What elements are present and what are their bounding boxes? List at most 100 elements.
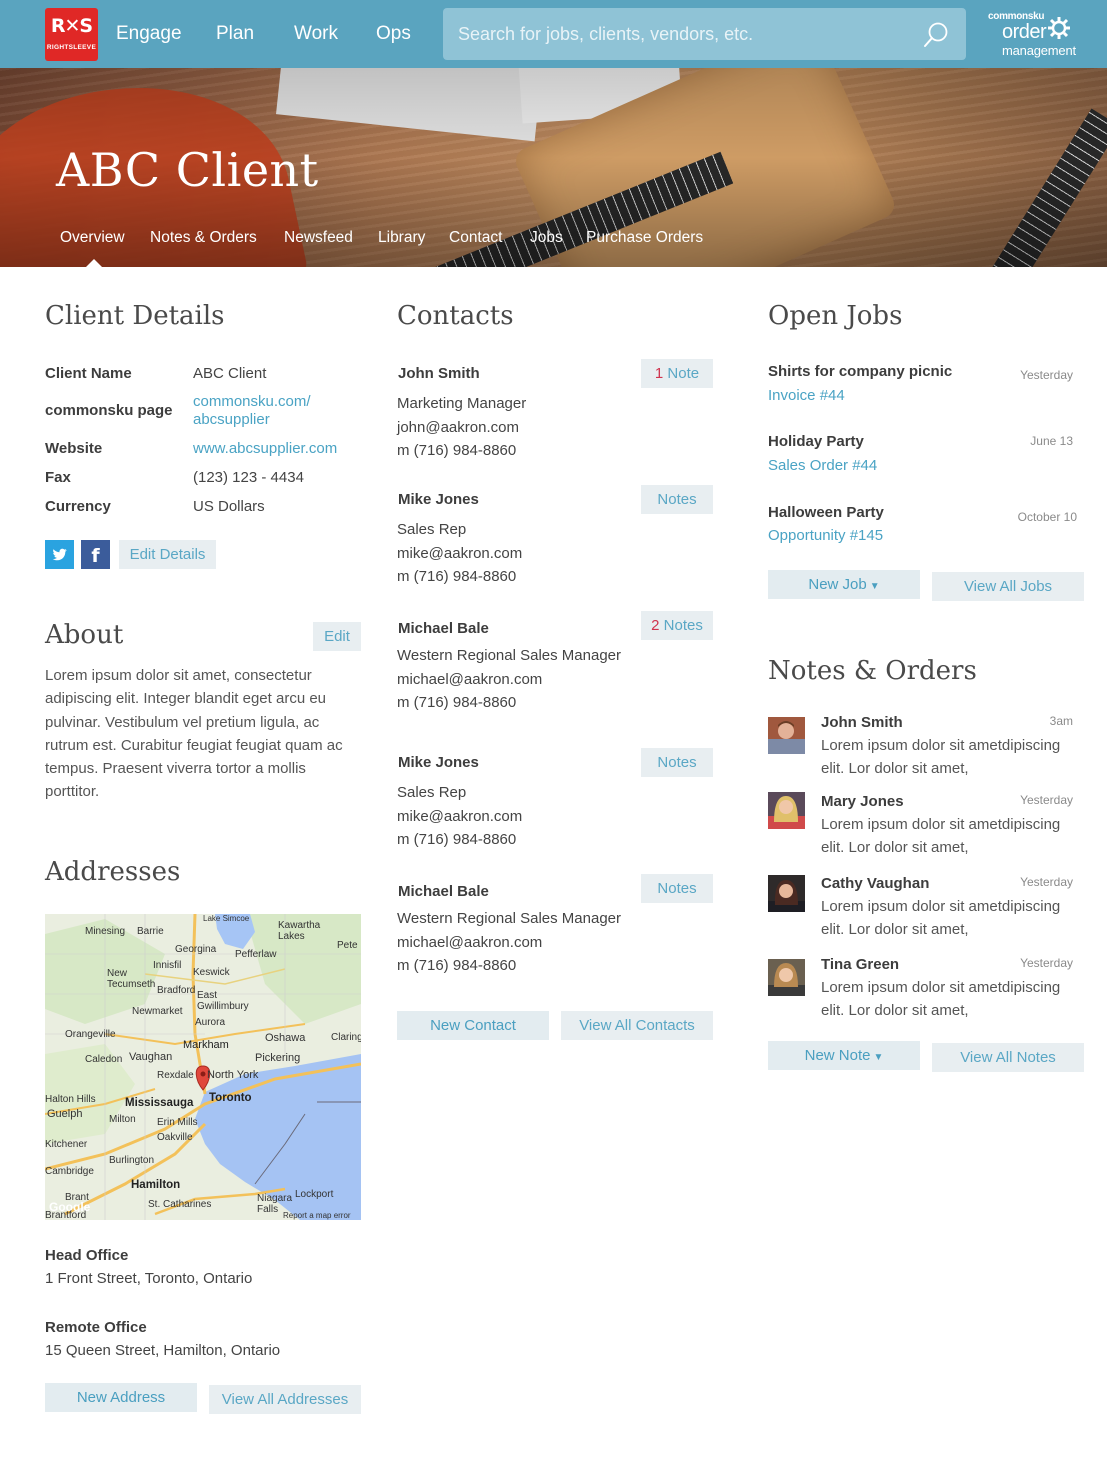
nav-plan[interactable]: Plan (216, 22, 254, 46)
note-line: Lorem ipsum dolor sit ametdipiscing (821, 979, 1061, 996)
addresses-heading: Addresses (45, 857, 181, 887)
tab-library[interactable]: Library (378, 229, 425, 247)
twitter-icon (52, 548, 67, 561)
contact-notes-button[interactable]: Notes (641, 748, 713, 777)
map-label: Caledon (85, 1054, 123, 1065)
avatar[interactable] (768, 875, 805, 912)
avatar[interactable] (768, 959, 805, 996)
job-link[interactable]: Opportunity #145 (768, 527, 883, 544)
new-note-button[interactable]: New Note ▼ (768, 1041, 920, 1070)
map-label: Markham (183, 1039, 229, 1051)
contact-title: Western Regional Sales Manager (397, 910, 622, 927)
rightsleeve-logo[interactable]: R✕S RIGHTSLEEVE (45, 8, 98, 61)
new-address-button[interactable]: New Address (45, 1383, 197, 1412)
search-icon[interactable] (922, 21, 950, 49)
about-line: porttitor. (45, 783, 100, 801)
tab-notes-orders[interactable]: Notes & Orders (150, 229, 257, 247)
search-input[interactable] (443, 8, 913, 60)
contact-name[interactable]: John Smith (398, 365, 480, 382)
about-line: rutrum est. Curabitur feugiat feugiat qu… (45, 736, 343, 754)
nav-ops[interactable]: Ops (376, 22, 411, 46)
contact-email[interactable]: michael@aakron.com (397, 934, 542, 951)
address-line: 15 Queen Street, Hamilton, Ontario (45, 1342, 281, 1359)
note-author[interactable]: Mary Jones (821, 793, 904, 810)
contact-email[interactable]: mike@aakron.com (397, 808, 522, 825)
edit-details-button[interactable]: Edit Details (119, 540, 216, 569)
map-label: Pickering (255, 1052, 301, 1064)
note-line: Lorem ipsum dolor sit ametdipiscing (821, 898, 1061, 915)
note-line: elit. Lor dolor sit amet, (821, 1002, 969, 1020)
map-label: Oakville (157, 1132, 193, 1143)
nav-work[interactable]: Work (294, 22, 338, 46)
note-label: Notes (663, 617, 703, 634)
tab-jobs[interactable]: Jobs (530, 229, 563, 247)
avatar[interactable] (768, 717, 805, 754)
active-tab-indicator (86, 259, 102, 267)
about-line: adipiscing elit. Integer blandit eget ar… (45, 690, 327, 708)
view-all-addresses-button[interactable]: View All Addresses (209, 1385, 361, 1414)
website-link[interactable]: www.abcsupplier.com (193, 440, 337, 457)
map-label: Milton (109, 1114, 136, 1125)
contact-notes-button[interactable]: Notes (641, 874, 713, 903)
tab-purchase-orders[interactable]: Purchase Orders (586, 229, 703, 247)
map-label: Lake Simcoe (203, 914, 250, 923)
contact-email[interactable]: john@aakron.com (397, 419, 519, 436)
nav-engage[interactable]: Engage (116, 22, 182, 46)
avatar[interactable] (768, 792, 805, 829)
note-author[interactable]: John Smith (821, 714, 903, 731)
job-name[interactable]: Holiday Party (768, 433, 864, 450)
note-excerpt: Lorem ipsum dolor sit ametdipiscing elit… (821, 734, 1060, 781)
twitter-button[interactable] (45, 540, 74, 569)
contact-phone: m (716) 984-8860 (397, 568, 517, 585)
avatar-image (768, 717, 805, 754)
map-label: Barrie (137, 926, 164, 937)
contact-name[interactable]: Mike Jones (398, 491, 479, 508)
view-all-contacts-button[interactable]: View All Contacts (561, 1011, 713, 1040)
brand-line2: order (1002, 21, 1047, 43)
map-label: New Tecumseth (107, 968, 156, 990)
note-author[interactable]: Tina Green (821, 956, 899, 973)
facebook-button[interactable]: f (81, 540, 110, 569)
job-date: June 13 (1030, 434, 1073, 448)
contact-name[interactable]: Mike Jones (398, 754, 479, 771)
map-label: Georgina (175, 944, 217, 955)
contact-email[interactable]: mike@aakron.com (397, 545, 522, 562)
note-line: Lorem ipsum dolor sit ametdipiscing (821, 816, 1061, 833)
view-all-jobs-button[interactable]: View All Jobs (932, 572, 1084, 601)
job-name[interactable]: Halloween Party (768, 504, 884, 521)
tab-newsfeed[interactable]: Newsfeed (284, 229, 353, 247)
map-label: East Gwillimbury (197, 990, 249, 1012)
contact-name[interactable]: Michael Bale (398, 883, 489, 900)
note-count: 1 (654, 365, 664, 382)
note-label: Note (667, 365, 700, 382)
contact-notes-button[interactable]: 1 Note (641, 359, 713, 388)
map-label: Lockport (295, 1189, 334, 1200)
map-label: Mississauga (125, 1097, 194, 1109)
about-edit-button[interactable]: Edit (313, 622, 361, 651)
tab-overview[interactable]: Overview (60, 229, 125, 247)
commonsku-page-link[interactable]: commonsku.com/ abcsupplier (193, 393, 311, 429)
commonsku-page-link-line1: commonsku.com/ (193, 393, 311, 410)
address-map[interactable]: Lake Simcoe Barrie Minesing Kawartha Lak… (45, 914, 361, 1220)
contact-phone: m (716) 984-8860 (397, 694, 517, 711)
logo-word: RIGHTSLEEVE (46, 44, 97, 51)
job-link[interactable]: Invoice #44 (768, 387, 845, 404)
note-count: 2 (651, 617, 660, 634)
contact-notes-button[interactable]: 2 Notes (641, 611, 713, 640)
contact-name[interactable]: Michael Bale (398, 620, 489, 637)
job-link[interactable]: Sales Order #44 (768, 457, 877, 474)
address-name: Remote Office (45, 1319, 147, 1336)
new-contact-button[interactable]: New Contact (397, 1011, 549, 1040)
map-label: Minesing (85, 926, 126, 937)
contact-notes-button[interactable]: Notes (641, 485, 713, 514)
note-author[interactable]: Cathy Vaughan (821, 875, 929, 892)
view-all-notes-button[interactable]: View All Notes (932, 1043, 1084, 1072)
address-line: 1 Front Street, Toronto, Ontario (45, 1270, 253, 1287)
new-job-button[interactable]: New Job ▼ (768, 570, 920, 599)
map-label: Burlington (109, 1155, 155, 1166)
job-name[interactable]: Shirts for company picnic (768, 363, 952, 380)
tab-contact[interactable]: Contact (449, 229, 502, 247)
report-map-error-link[interactable]: Report a map error (283, 1211, 351, 1220)
map-label: Brantford (45, 1210, 87, 1220)
contact-email[interactable]: michael@aakron.com (397, 671, 542, 688)
